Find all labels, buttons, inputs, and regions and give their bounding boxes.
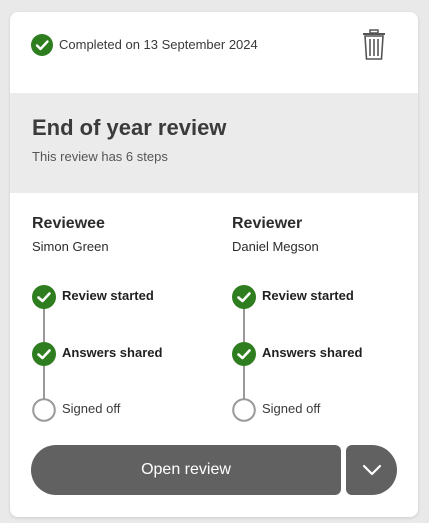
review-subtitle: This review has 6 steps (32, 149, 168, 164)
reviewer-column: Reviewer Daniel Megson Review started An… (232, 215, 412, 422)
step-label: Answers shared (62, 345, 163, 360)
step-signed-off: Signed off (232, 398, 412, 422)
check-circle-icon (32, 285, 56, 309)
empty-circle-icon (32, 398, 56, 422)
check-circle-icon (31, 34, 53, 56)
step-review-started: Review started (32, 285, 212, 309)
review-title: End of year review (32, 115, 227, 140)
check-circle-icon (232, 285, 256, 309)
step-label: Review started (62, 288, 154, 303)
reviewee-name: Simon Green (32, 239, 109, 254)
delete-button[interactable] (359, 28, 389, 62)
step-answers-shared: Answers shared (232, 342, 412, 366)
step-review-started: Review started (232, 285, 412, 309)
trash-icon (363, 29, 385, 60)
step-label: Answers shared (262, 345, 363, 360)
status-row: Completed on 13 September 2024 (31, 29, 397, 64)
reviewer-heading: Reviewer (232, 215, 303, 232)
reviewer-name: Daniel Megson (232, 239, 319, 254)
completed-status-text: Completed on 13 September 2024 (59, 37, 258, 52)
empty-circle-icon (232, 398, 256, 422)
step-label: Review started (262, 288, 354, 303)
check-circle-icon (32, 342, 56, 366)
step-label: Signed off (62, 401, 121, 416)
reviewee-column: Reviewee Simon Green Review started Answ… (32, 215, 212, 422)
more-options-button[interactable] (346, 445, 397, 495)
open-review-button[interactable]: Open review (31, 445, 341, 495)
review-header: End of year review This review has 6 ste… (10, 93, 418, 193)
step-label: Signed off (262, 401, 321, 416)
step-answers-shared: Answers shared (32, 342, 212, 366)
check-circle-icon (232, 342, 256, 366)
chevron-down-icon (362, 464, 382, 476)
review-card: Completed on 13 September 2024 End of ye… (10, 12, 418, 517)
reviewee-steps: Review started Answers shared Signed off (32, 285, 212, 435)
reviewer-steps: Review started Answers shared Signed off (232, 285, 412, 435)
step-signed-off: Signed off (32, 398, 212, 422)
reviewee-heading: Reviewee (32, 215, 105, 232)
